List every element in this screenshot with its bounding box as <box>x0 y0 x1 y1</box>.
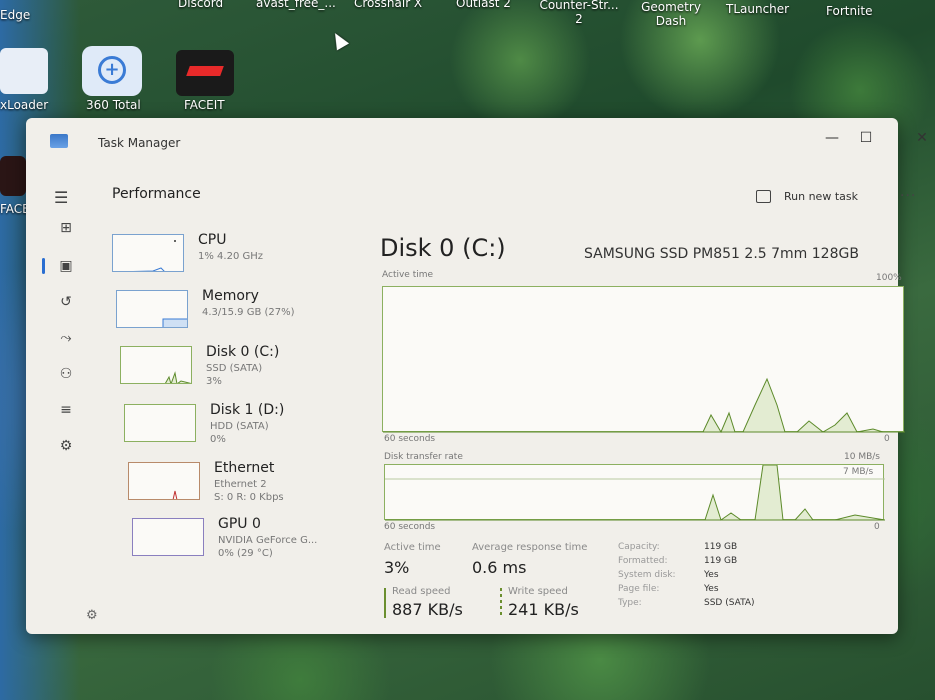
spec-type-value: SSD (SATA) <box>704 598 755 608</box>
device-item-disk1[interactable]: Disk 1 (D:) HDD (SATA) 0% <box>124 402 359 452</box>
device-name: Ethernet <box>214 460 275 476</box>
desktop-icon-counterstrike-label[interactable]: Counter-Str... 2 <box>534 0 624 26</box>
device-name: CPU <box>198 232 227 248</box>
device-value: 3% <box>206 376 222 387</box>
spec-system-disk-value: Yes <box>704 570 719 580</box>
faceit-icon-2[interactable] <box>0 156 26 196</box>
ethernet-thumbnail-graph <box>128 462 200 500</box>
device-name: Memory <box>202 288 259 304</box>
read-speed-bar <box>384 588 386 618</box>
device-value: S: 0 R: 0 Kbps <box>214 492 284 503</box>
task-manager-app-icon <box>50 134 68 148</box>
processes-icon[interactable]: ⊞ <box>56 220 76 236</box>
spec-page-file-value: Yes <box>704 584 719 594</box>
device-item-disk0[interactable]: Disk 0 (C:) SSD (SATA) 3% <box>120 344 355 394</box>
disk-model: SAMSUNG SSD PM851 2.5 7mm 128GB <box>584 246 859 262</box>
transfer-rate-axis-zero: 0 <box>874 522 880 532</box>
stat-active-time-value: 3% <box>384 558 410 577</box>
spec-system-disk-label: System disk: <box>618 570 676 580</box>
desktop-icon-avast-label[interactable]: avast_free_... <box>256 0 336 10</box>
device-sub: NVIDIA GeForce G... <box>218 535 318 546</box>
stat-active-time-label: Active time <box>384 542 441 553</box>
desktop-icon-xloader-label[interactable]: xLoader <box>0 98 48 112</box>
hamburger-menu-icon[interactable]: ☰ <box>54 188 68 207</box>
disk0-thumbnail-graph <box>120 346 192 384</box>
transfer-rate-graph: 7 MB/s <box>384 464 885 521</box>
more-options-button[interactable]: ··· <box>900 188 916 204</box>
desktop-icon-outlast-label[interactable]: Outlast 2 <box>456 0 511 10</box>
device-sub: 4.3/15.9 GB (27%) <box>202 307 295 318</box>
window-title: Task Manager <box>98 136 181 150</box>
run-new-task-button[interactable]: Run new task <box>784 190 858 203</box>
maximize-button[interactable]: ☐ <box>854 130 878 146</box>
spec-type-label: Type: <box>618 598 642 608</box>
task-manager-window: Task Manager — ☐ ✕ ☰ ⊞ ▣ ↺ ⤳ ⚇ ≡ ⚙ ⚙ Per… <box>26 118 928 634</box>
stat-response-label: Average response time <box>472 542 588 553</box>
stat-response-value: 0.6 ms <box>472 558 527 577</box>
active-time-axis-seconds: 60 seconds <box>384 434 436 444</box>
desktop-icon-edge-label[interactable]: Edge <box>0 8 30 22</box>
desktop-icon-geometry-dash-label[interactable]: Geometry Dash <box>636 0 706 28</box>
device-item-memory[interactable]: Memory 4.3/15.9 GB (27%) <box>116 288 351 338</box>
active-time-max-label: 100% <box>876 273 902 283</box>
spec-capacity-value: 119 GB <box>704 542 738 552</box>
section-title: Performance <box>112 186 201 202</box>
services-icon[interactable]: ⚙ <box>56 438 76 454</box>
device-item-gpu[interactable]: GPU 0 NVIDIA GeForce G... 0% (29 °C) <box>132 516 367 566</box>
detail-title: Disk 0 (C:) <box>380 234 506 262</box>
startup-apps-icon[interactable]: ⤳ <box>56 330 76 346</box>
stat-read-value: 887 KB/s <box>392 600 463 619</box>
performance-icon[interactable]: ▣ <box>56 258 76 274</box>
desktop-icon-faceit-label[interactable]: FACEIT <box>184 98 225 112</box>
device-name: Disk 0 (C:) <box>206 344 280 360</box>
stat-read-label: Read speed <box>392 586 451 597</box>
desktop-icon-tlauncher-label[interactable]: TLauncher <box>726 2 789 16</box>
close-button[interactable]: ✕ <box>910 130 934 146</box>
desktop-icon-crosshair-label[interactable]: Crosshair X <box>354 0 422 10</box>
desktop-icon-360-label[interactable]: 360 Total <box>86 98 141 112</box>
active-time-label: Active time <box>382 270 434 280</box>
transfer-rate-label: Disk transfer rate <box>384 452 463 462</box>
transfer-rate-max: 10 MB/s <box>844 452 880 462</box>
stat-write-label: Write speed <box>508 586 568 597</box>
device-sub: Ethernet 2 <box>214 479 267 490</box>
device-sub: SSD (SATA) <box>206 363 263 374</box>
disk1-thumbnail-graph <box>124 404 196 442</box>
spec-page-file-label: Page file: <box>618 584 660 594</box>
active-time-axis-zero: 0 <box>884 434 890 444</box>
spec-formatted-value: 119 GB <box>704 556 738 566</box>
app-history-icon[interactable]: ↺ <box>56 294 76 310</box>
device-value: 0% (29 °C) <box>218 548 273 559</box>
desktop-icon-fortnite-label[interactable]: Fortnite <box>826 4 872 18</box>
minimize-button[interactable]: — <box>820 130 844 146</box>
gpu-thumbnail-graph <box>132 518 204 556</box>
device-value: 0% <box>210 434 226 445</box>
device-sub: 1% 4.20 GHz <box>198 251 264 262</box>
cpu-thumbnail-graph <box>112 234 184 272</box>
run-new-task-icon[interactable] <box>756 190 771 203</box>
title-bar[interactable]: Task Manager — ☐ ✕ <box>26 118 928 164</box>
settings-gear-icon[interactable]: ⚙ <box>86 608 98 623</box>
device-item-ethernet[interactable]: Ethernet Ethernet 2 S: 0 R: 0 Kbps <box>128 460 363 510</box>
users-icon[interactable]: ⚇ <box>56 366 76 382</box>
write-speed-bar <box>500 588 502 618</box>
360-total-security-icon[interactable]: + <box>82 46 142 96</box>
device-name: GPU 0 <box>218 516 261 532</box>
desktop-icon-discord-label[interactable]: Discord <box>178 0 223 10</box>
active-time-graph <box>382 286 905 433</box>
device-item-cpu[interactable]: CPU 1% 4.20 GHz <box>112 232 347 282</box>
details-icon[interactable]: ≡ <box>56 402 76 418</box>
transfer-rate-axis-seconds: 60 seconds <box>384 522 436 532</box>
faceit-icon[interactable] <box>176 50 234 96</box>
spec-capacity-label: Capacity: <box>618 542 660 552</box>
device-sub: HDD (SATA) <box>210 421 269 432</box>
device-name: Disk 1 (D:) <box>210 402 285 418</box>
stat-write-value: 241 KB/s <box>508 600 579 619</box>
memory-thumbnail-graph <box>116 290 188 328</box>
xloader-icon[interactable] <box>0 48 48 94</box>
nav-active-indicator <box>42 258 45 274</box>
spec-formatted-label: Formatted: <box>618 556 668 566</box>
